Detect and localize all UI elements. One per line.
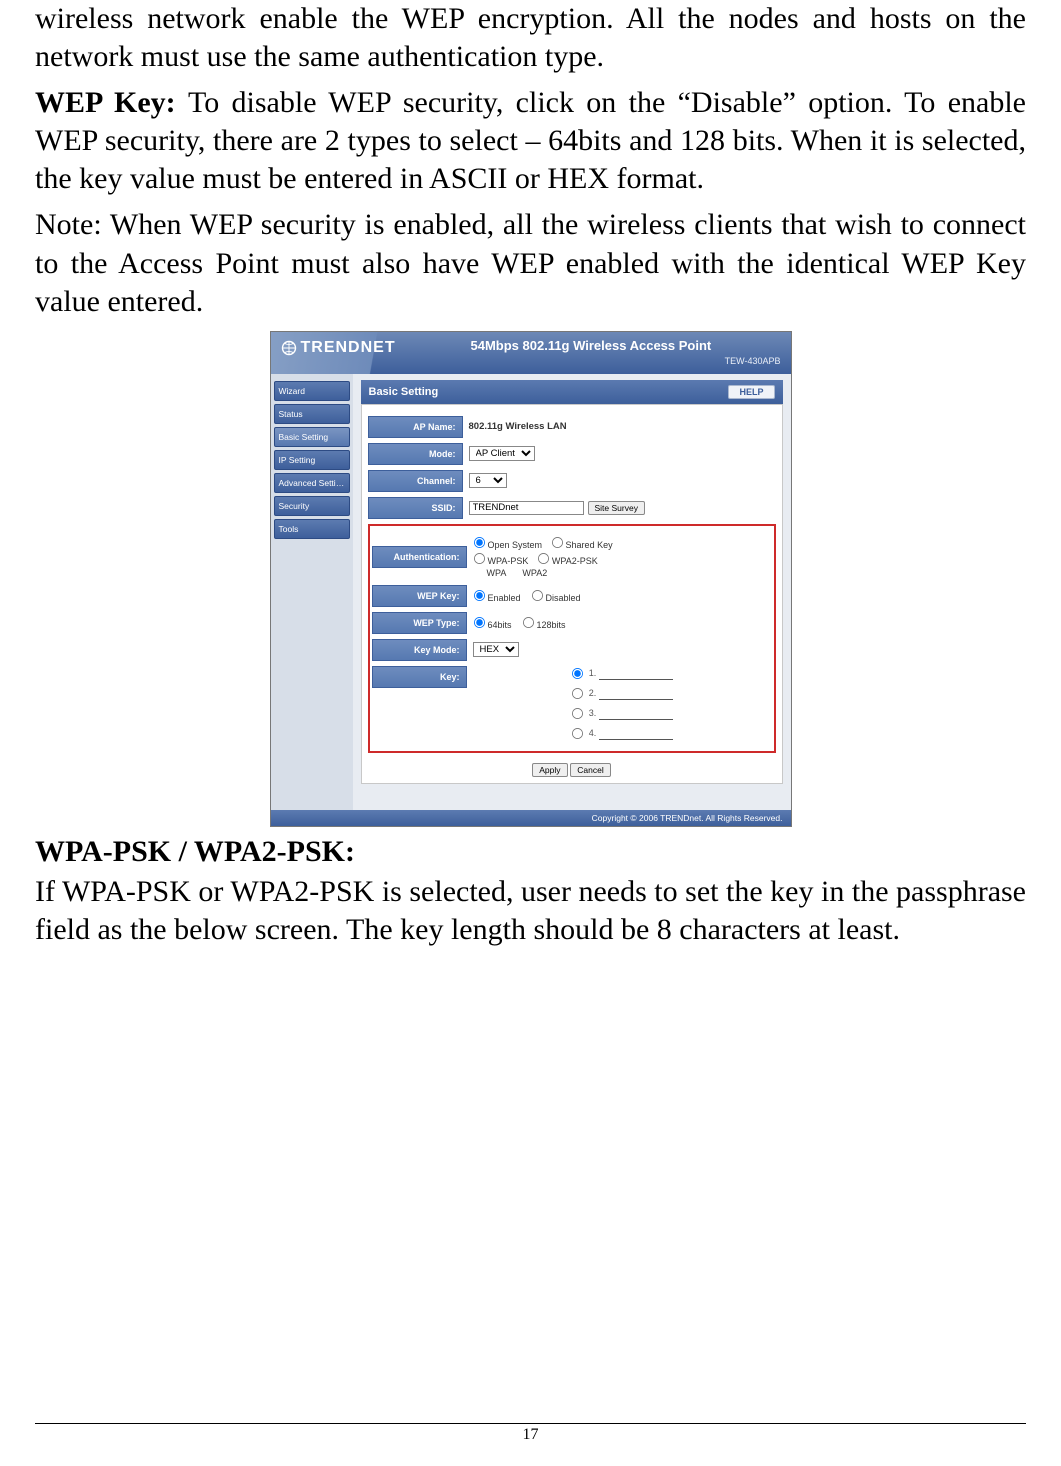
sidebar-item-security[interactable]: Security xyxy=(274,496,350,516)
sidebar-item-status[interactable]: Status xyxy=(274,404,350,424)
device-model: TEW-430APB xyxy=(725,356,781,366)
paragraph-3-note: Note: When WEP security is enabled, all … xyxy=(35,206,1026,320)
help-button[interactable]: HELP xyxy=(728,385,774,399)
brand-logo: TRENDNET xyxy=(281,339,396,357)
panel-title-bar: Basic Setting HELP xyxy=(361,380,783,404)
sidebar-item-wizard[interactable]: Wizard xyxy=(274,381,350,401)
wep-128bits[interactable]: 128bits xyxy=(522,615,566,630)
site-survey-button[interactable]: Site Survey xyxy=(588,501,645,515)
panel-title: Basic Setting xyxy=(369,386,439,398)
ssid-input[interactable] xyxy=(469,501,584,515)
label-mode: Mode: xyxy=(368,443,463,465)
wep-disabled[interactable]: Disabled xyxy=(531,588,581,603)
label-key-mode: Key Mode: xyxy=(372,639,467,661)
value-ap-name: 802.11g Wireless LAN xyxy=(469,421,567,432)
apply-button[interactable]: Apply xyxy=(532,763,567,777)
device-title: 54Mbps 802.11g Wireless Access Point xyxy=(471,338,712,353)
heading-wpa-psk: WPA-PSK / WPA2-PSK: xyxy=(35,835,1026,869)
label-channel: Channel: xyxy=(368,470,463,492)
wep-key-label: WEP Key: xyxy=(35,86,188,119)
auth-wpa-text: WPA xyxy=(487,568,506,578)
copyright-bar: Copyright © 2006 TRENDnet. All Rights Re… xyxy=(271,810,791,826)
screenshot-header: TRENDNET 54Mbps 802.11g Wireless Access … xyxy=(271,332,791,374)
cancel-button[interactable]: Cancel xyxy=(570,763,610,777)
paragraph-4: If WPA-PSK or WPA2-PSK is selected, user… xyxy=(35,873,1026,949)
auth-wpa2-text: WPA2 xyxy=(522,568,547,578)
sidebar-item-advanced-setting[interactable]: Advanced Setting xyxy=(274,473,350,493)
sidebar-nav: Wizard Status Basic Setting IP Setting A… xyxy=(271,374,353,810)
header-logo-area: TRENDNET xyxy=(271,332,456,374)
paragraph-1: wireless network enable the WEP encrypti… xyxy=(35,0,1026,76)
label-wep-type: WEP Type: xyxy=(372,612,467,634)
key-3-row[interactable]: 3. xyxy=(571,706,674,720)
wep-enabled[interactable]: Enabled xyxy=(473,588,521,603)
form-area: AP Name: 802.11g Wireless LAN Mode: AP C… xyxy=(361,404,783,784)
page-number: 17 xyxy=(0,1426,1061,1444)
security-highlight-box: Authentication: Open System Shared Key W… xyxy=(368,524,776,753)
footer-rule xyxy=(35,1423,1026,1424)
key-2-input[interactable] xyxy=(599,686,673,700)
globe-icon xyxy=(281,340,297,356)
mode-select[interactable]: AP Client xyxy=(469,446,535,461)
label-key: Key: xyxy=(372,666,467,688)
auth-shared-key[interactable]: Shared Key xyxy=(551,540,613,550)
router-admin-screenshot: TRENDNET 54Mbps 802.11g Wireless Access … xyxy=(270,331,792,827)
key-mode-select[interactable]: HEX xyxy=(473,642,519,657)
sidebar-item-tools[interactable]: Tools xyxy=(274,519,350,539)
auth-open-system[interactable]: Open System xyxy=(473,540,543,550)
paragraph-2: WEP Key: To disable WEP security, click … xyxy=(35,84,1026,198)
key-1-row[interactable]: 1. xyxy=(571,666,674,680)
main-panel: Basic Setting HELP AP Name: 802.11g Wire… xyxy=(353,374,791,810)
sidebar-item-basic-setting[interactable]: Basic Setting xyxy=(274,427,350,447)
auth-wpa2-psk[interactable]: WPA2-PSK xyxy=(537,556,598,566)
label-ap-name: AP Name: xyxy=(368,416,463,438)
label-authentication: Authentication: xyxy=(372,546,467,568)
label-wep-key: WEP Key: xyxy=(372,585,467,607)
action-buttons: Apply Cancel xyxy=(368,763,776,777)
key-3-input[interactable] xyxy=(599,706,673,720)
key-2-row[interactable]: 2. xyxy=(571,686,674,700)
label-ssid: SSID: xyxy=(368,497,463,519)
wep-64bits[interactable]: 64bits xyxy=(473,615,512,630)
sidebar-item-ip-setting[interactable]: IP Setting xyxy=(274,450,350,470)
auth-wpa-psk[interactable]: WPA-PSK xyxy=(473,556,529,566)
key-4-row[interactable]: 4. xyxy=(571,726,674,740)
key-4-input[interactable] xyxy=(599,726,673,740)
key-1-input[interactable] xyxy=(599,666,673,680)
channel-select[interactable]: 6 xyxy=(469,473,507,488)
